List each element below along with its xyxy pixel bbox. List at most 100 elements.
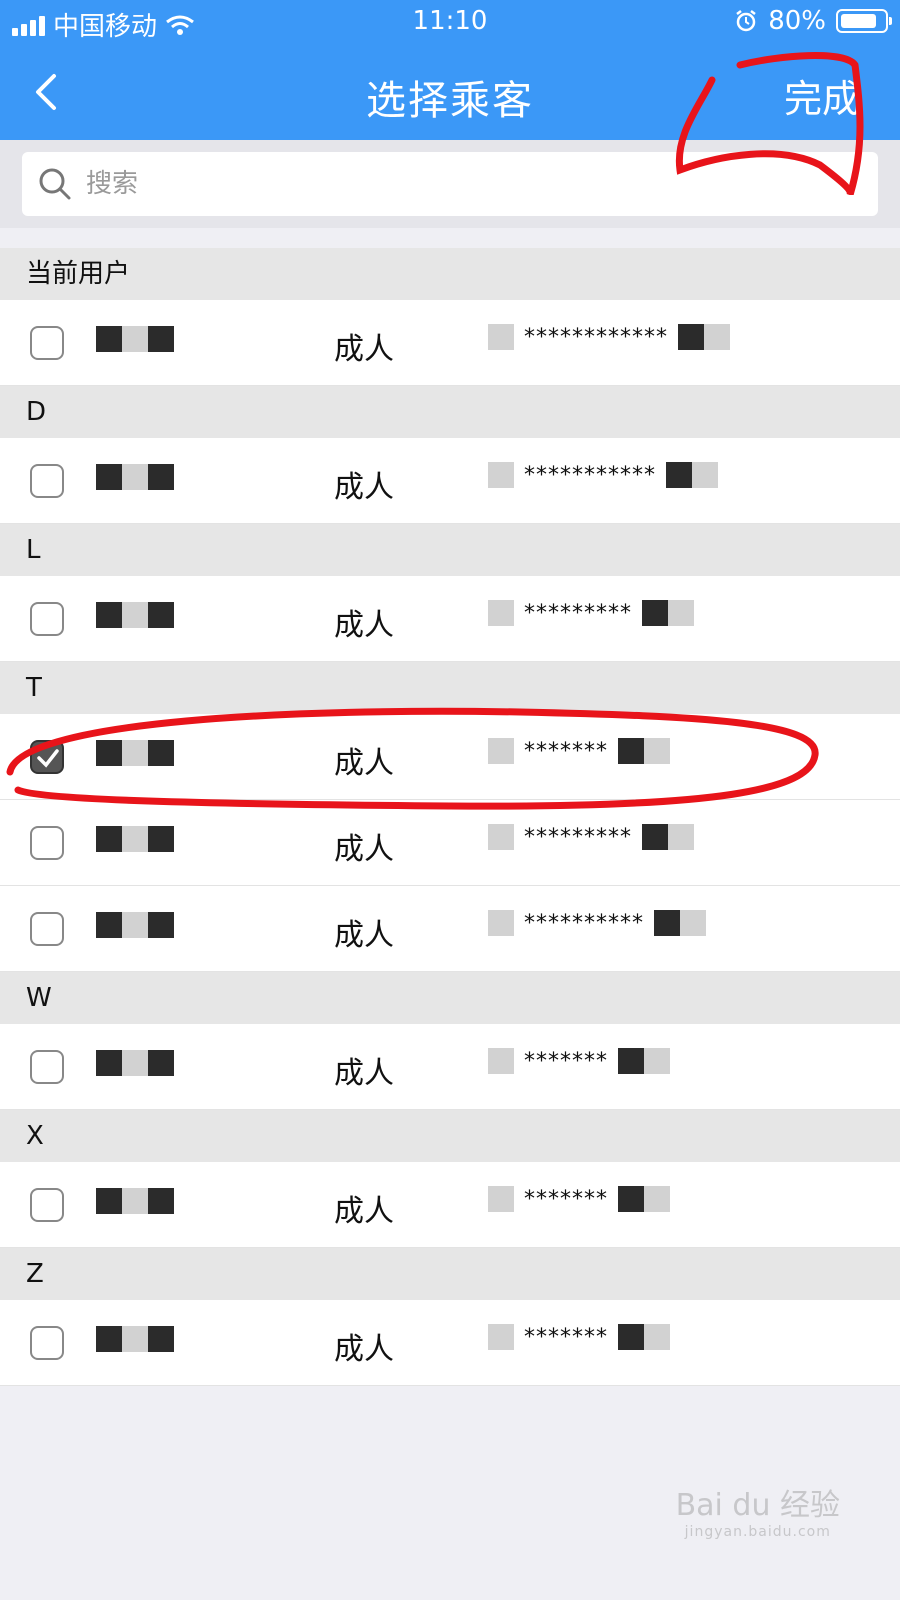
checkbox[interactable] [30,1050,64,1084]
status-bar: 中国移动 11:10 80% [0,0,900,44]
id-masked-digits: ********* [524,600,632,626]
passenger-type: 成人 [334,470,394,505]
redaction-pixel [148,464,174,490]
id-number: ******* [488,738,670,764]
redaction-pixel [644,1324,670,1350]
id-block-redacted [678,324,730,350]
section-header: W [0,972,900,1024]
checkbox[interactable] [30,912,64,946]
redaction-pixel [642,600,668,626]
redaction-pixel [148,326,174,352]
checkbox[interactable] [30,826,64,860]
redaction-pixel [644,1186,670,1212]
checkbox[interactable] [30,602,64,636]
redaction-pixel [148,1326,174,1352]
redaction-pixel [122,1050,148,1076]
id-block-redacted [654,910,706,936]
id-block-redacted [618,1186,670,1212]
passenger-row[interactable]: 成人 ********* [0,800,900,886]
redaction-pixel [96,464,122,490]
checkbox[interactable] [30,326,64,360]
battery-fill [841,14,877,28]
passenger-row[interactable]: 成人 ******* [0,1024,900,1110]
id-masked-digits: ********* [524,824,632,850]
passenger-name-redacted [96,1326,174,1352]
id-block-redacted [618,738,670,764]
redaction-pixel [96,912,122,938]
passenger-row[interactable]: 成人 ******* [0,714,900,800]
battery-icon [836,9,892,33]
passenger-name-redacted [96,326,174,352]
redaction-pixel [618,1186,644,1212]
redaction-pixel [96,602,122,628]
section-header: L [0,524,900,576]
redaction-pixel [692,462,718,488]
passenger-row[interactable]: 成人 ********* [0,576,900,662]
redaction-pixel [148,912,174,938]
redaction-pixel [122,826,148,852]
id-block-redacted [488,824,514,850]
navigation-bar: 选择乘客 完成 [0,50,900,134]
id-number: ************ [488,324,730,350]
passenger-row[interactable]: 成人 *********** [0,438,900,524]
redaction-pixel [488,462,514,488]
passenger-name-redacted [96,1050,174,1076]
battery-percent: 80% [768,6,826,36]
passenger-type: 成人 [334,1056,394,1091]
redaction-pixel [122,602,148,628]
id-block-redacted [666,462,718,488]
section-header: X [0,1110,900,1162]
id-masked-digits: ********** [524,910,644,936]
id-block-redacted [488,600,514,626]
search-box[interactable] [22,152,878,216]
redaction-pixel [678,324,704,350]
checkbox-checked[interactable] [30,740,64,774]
search-bar [0,140,900,228]
passenger-name-redacted [96,602,174,628]
watermark-logo: Bai du 经验 jingyan.baidu.com [676,1480,840,1540]
id-block-redacted [488,738,514,764]
redaction-pixel [488,324,514,350]
redaction-pixel [488,824,514,850]
passenger-name-redacted [96,912,174,938]
passenger-row[interactable]: 成人 ********** [0,886,900,972]
redaction-pixel [644,1048,670,1074]
redaction-pixel [488,1324,514,1350]
page-title: 选择乘客 [366,78,534,124]
done-button[interactable]: 完成 [784,68,860,123]
checkbox[interactable] [30,1188,64,1222]
id-block-redacted [488,1048,514,1074]
passenger-type: 成人 [334,918,394,953]
passenger-row[interactable]: 成人 ******* [0,1300,900,1386]
passenger-name-redacted [96,826,174,852]
id-block-redacted [642,824,694,850]
redaction-pixel [668,824,694,850]
checkbox[interactable] [30,464,64,498]
id-number: ********** [488,910,706,936]
checkbox[interactable] [30,1326,64,1360]
redaction-pixel [96,740,122,766]
redaction-pixel [96,826,122,852]
redaction-pixel [488,1048,514,1074]
redaction-pixel [680,910,706,936]
search-input[interactable] [86,169,786,199]
passenger-row[interactable]: 成人 ******* [0,1162,900,1248]
redaction-pixel [148,826,174,852]
redaction-pixel [96,326,122,352]
redaction-pixel [618,1048,644,1074]
passenger-row[interactable]: 成人 ************ [0,300,900,386]
id-block-redacted [488,910,514,936]
redaction-pixel [122,1188,148,1214]
id-masked-digits: *********** [524,462,656,488]
redaction-pixel [642,824,668,850]
passenger-name-redacted [96,464,174,490]
redaction-pixel [488,600,514,626]
passenger-type: 成人 [334,746,394,781]
passenger-type: 成人 [334,1332,394,1367]
redaction-pixel [122,464,148,490]
section-header: 当前用户 [0,248,900,300]
header-bar: 中国移动 11:10 80% 选择乘客 完成 [0,0,900,140]
passenger-type: 成人 [334,1194,394,1229]
search-icon [39,168,71,200]
id-block-redacted [488,462,514,488]
